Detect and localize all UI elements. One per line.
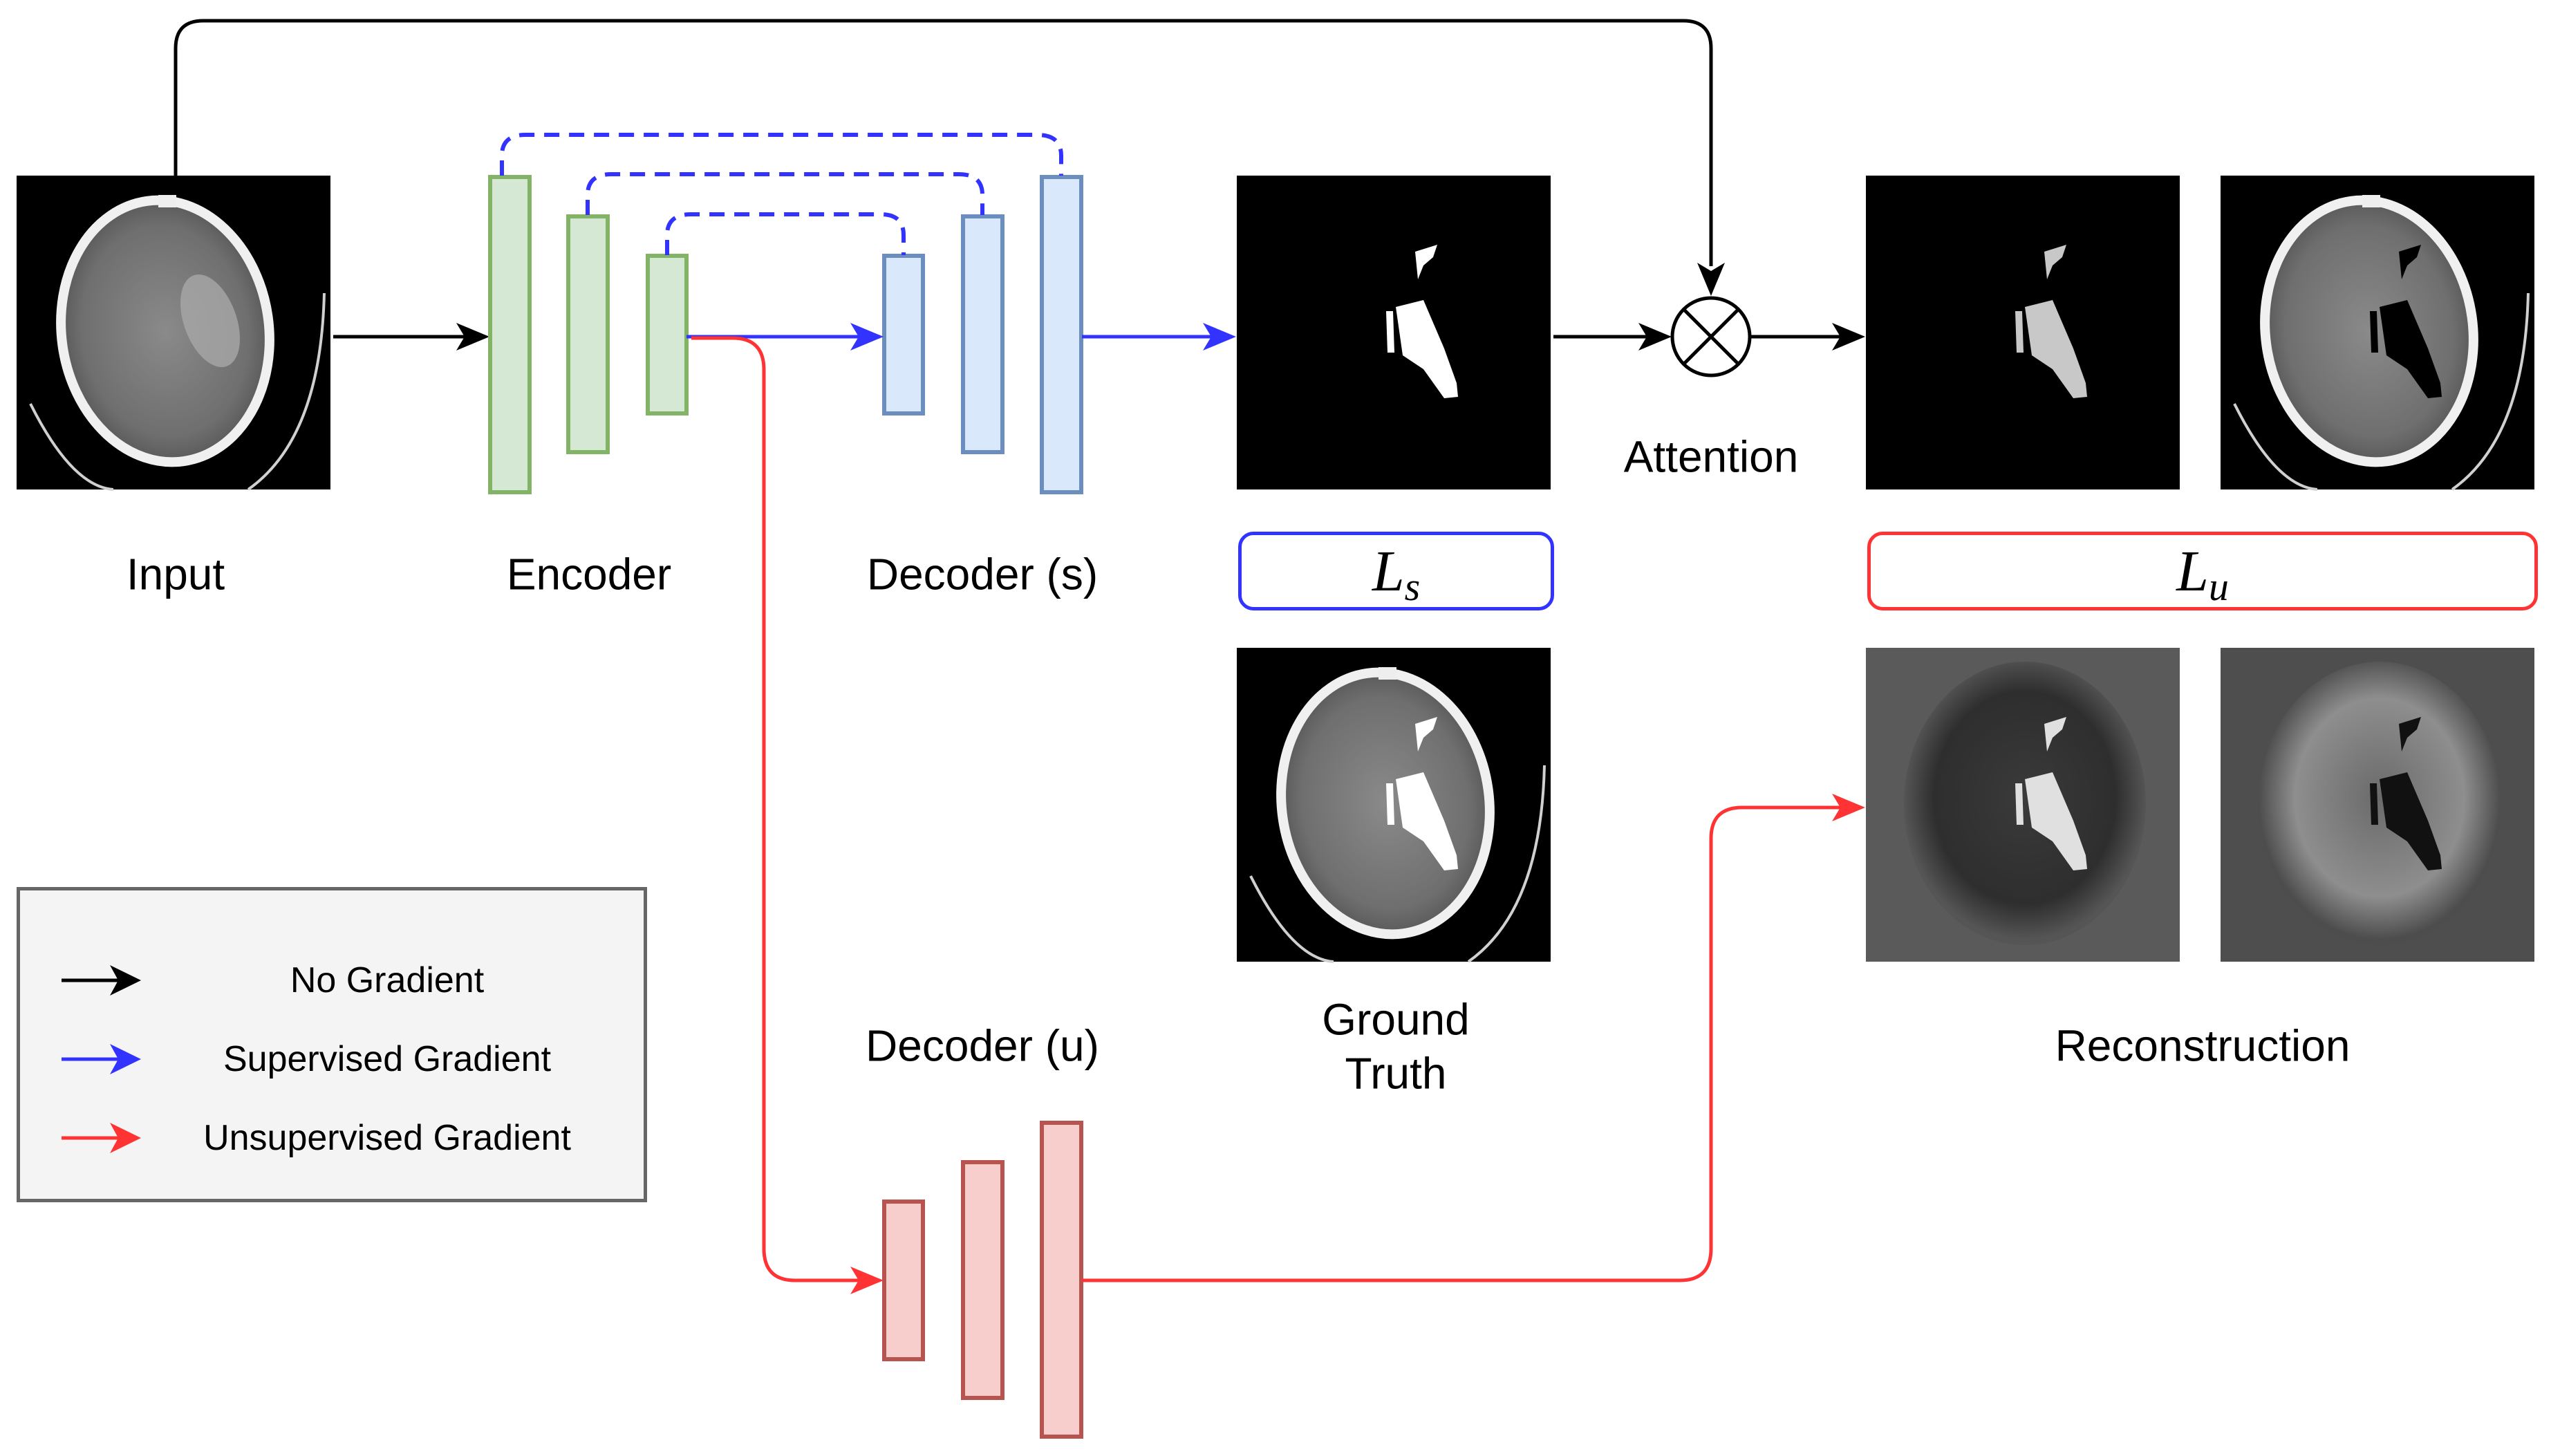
masked-lesion-image <box>1866 176 2180 489</box>
decoder-s-group <box>882 175 1083 494</box>
arrowhead <box>1697 263 1725 296</box>
decoder-u-label: Decoder (u) <box>866 1020 1099 1071</box>
decoder-s-layer-1 <box>882 254 925 416</box>
supervised-loss-box: Ls <box>1238 532 1554 610</box>
decoder-u-layer-3 <box>1040 1121 1083 1439</box>
black-arrow-icon <box>62 965 141 996</box>
predicted-mask-image <box>1237 176 1551 489</box>
attention-multiply-icon <box>1670 296 1752 377</box>
skip-connection-2 <box>586 172 984 215</box>
loss-symbol: L <box>1372 539 1405 604</box>
decoder-s-label: Decoder (s) <box>866 549 1099 599</box>
ground-truth-image <box>1237 648 1551 962</box>
decoder-u-group <box>882 1121 1083 1439</box>
encoder-layer-1 <box>488 175 532 494</box>
blue-arrow-icon <box>62 1044 141 1074</box>
encoder-layer-2 <box>566 214 610 454</box>
legend: No Gradient Supervised Gradient Unsuperv… <box>17 887 647 1202</box>
legend-label: Supervised Gradient <box>223 1039 552 1079</box>
legend-item-unsupervised-gradient: Unsupervised Gradient <box>20 1107 644 1169</box>
decoder-s-layer-2 <box>961 214 1004 454</box>
masked-brain-image <box>2221 176 2534 489</box>
encoder-label: Encoder <box>506 549 672 599</box>
input-label: Input <box>126 549 225 599</box>
decoder-u-layer-2 <box>961 1160 1004 1400</box>
legend-label: Unsupervised Gradient <box>203 1118 571 1158</box>
architecture-diagram <box>0 19 2551 1439</box>
loss-subscript: s <box>1404 563 1421 609</box>
ground-truth-label-line2: Truth <box>1345 1048 1447 1099</box>
red-arrow-icon <box>62 1123 141 1153</box>
ground-truth-label-line1: Ground <box>1322 994 1470 1045</box>
decoder-s-layer-3 <box>1040 175 1083 494</box>
unsupervised-loss-box: Lu <box>1867 532 2538 610</box>
legend-item-supervised-gradient: Supervised Gradient <box>20 1028 644 1090</box>
skip-connection-3 <box>665 212 906 255</box>
loss-symbol: L <box>2176 539 2209 604</box>
reconstruction-brain-image <box>2221 648 2534 962</box>
reconstruction-label: Reconstruction <box>2055 1020 2351 1071</box>
attention-label: Attention <box>1623 431 1799 482</box>
decoder-u-layer-1 <box>882 1200 925 1361</box>
encoder-layer-3 <box>646 254 689 416</box>
encoder-group <box>488 175 689 494</box>
legend-item-no-gradient: No Gradient <box>20 949 644 1011</box>
loss-subscript: u <box>2208 563 2229 609</box>
arrow-encoder-to-decoder-u <box>691 336 871 1282</box>
skip-connection-1 <box>500 133 1063 176</box>
input-image <box>17 176 330 489</box>
legend-label: No Gradient <box>290 960 485 1000</box>
reconstruction-lesion-image <box>1866 648 2180 962</box>
